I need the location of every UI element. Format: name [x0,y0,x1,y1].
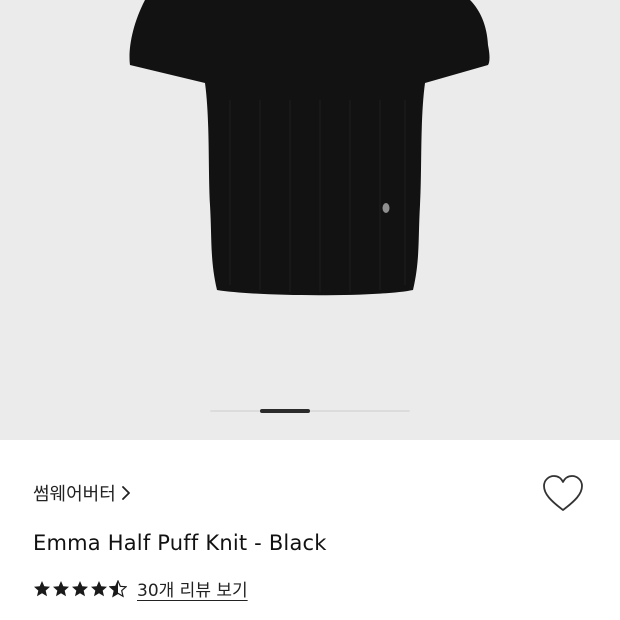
badge-detail [382,203,390,213]
star-icon [91,580,107,596]
carousel-track [210,410,410,412]
carousel-active-segment [260,409,310,413]
product-image-area[interactable] [0,0,620,440]
rating-row: 30개 리뷰 보기 [33,576,248,601]
star-icon [34,580,50,596]
product-info: 썸웨어버터 Emma Half Puff Knit - Black 30개 리뷰… [0,440,620,620]
product-title: Emma Half Puff Knit - Black [33,531,327,555]
star-icon [72,580,88,596]
brand-link[interactable]: 썸웨어버터 [33,480,132,506]
carousel-indicator[interactable] [210,409,410,413]
knit-top-shape [129,0,490,296]
review-link[interactable]: 30개 리뷰 보기 [137,576,248,601]
product-image [129,0,490,296]
heart-outline-icon[interactable] [541,474,585,514]
rating-stars [33,579,127,598]
chevron-right-icon [121,486,130,500]
star-icon [109,579,127,598]
brand-name: 썸웨어버터 [33,484,116,505]
star-icon [53,580,69,596]
